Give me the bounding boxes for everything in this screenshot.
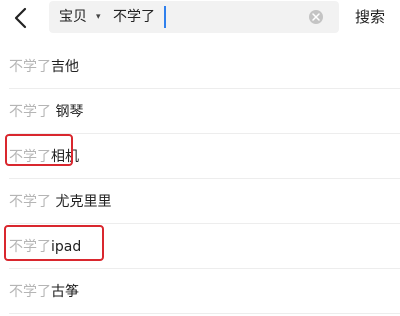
suggestion-item[interactable]: 不学了 钢琴 — [0, 89, 400, 134]
search-button[interactable]: 搜索 — [355, 8, 385, 26]
clear-circle-icon — [312, 13, 320, 21]
search-header: 宝贝 ▾ 不学了 搜索 — [0, 0, 400, 38]
divider — [9, 313, 400, 314]
suggestion-term: 相机 — [51, 149, 79, 165]
suggestion-text: 不学了ipad — [9, 238, 81, 256]
text-cursor — [164, 6, 166, 28]
suggestion-prefix: 不学了 — [9, 239, 51, 255]
suggestion-term: 钢琴 — [51, 104, 84, 120]
search-scope-selector[interactable]: 宝贝 — [59, 8, 87, 26]
suggestion-item[interactable]: 不学了古筝 — [0, 269, 400, 314]
back-button[interactable] — [6, 4, 34, 32]
suggestion-text: 不学了 钢琴 — [9, 103, 83, 121]
suggestion-text: 不学了 尤克里里 — [9, 193, 111, 211]
suggestion-item[interactable]: 不学了相机 — [0, 134, 400, 179]
chevron-left-icon — [14, 7, 27, 29]
suggestion-prefix: 不学了 — [9, 59, 51, 75]
suggestion-prefix: 不学了 — [9, 104, 51, 120]
suggestion-item[interactable]: 不学了吉他 — [0, 44, 400, 89]
suggestion-item[interactable]: 不学了 尤克里里 — [0, 179, 400, 224]
scope-dropdown-icon: ▾ — [96, 12, 101, 22]
suggestion-term: 尤克里里 — [51, 194, 112, 210]
suggestion-term: 吉他 — [51, 59, 79, 75]
suggestion-prefix: 不学了 — [9, 194, 51, 210]
suggestion-text: 不学了相机 — [9, 148, 79, 166]
suggestion-item[interactable]: 不学了ipad — [0, 224, 400, 269]
suggestion-prefix: 不学了 — [9, 284, 51, 300]
suggestion-list: 不学了吉他 不学了 钢琴 不学了相机 不学了 尤克里里 不学了ipad 不学了古… — [0, 44, 400, 314]
suggestion-term: 古筝 — [51, 284, 79, 300]
suggestion-text: 不学了吉他 — [9, 58, 79, 76]
suggestion-prefix: 不学了 — [9, 149, 51, 165]
search-input[interactable]: 宝贝 ▾ 不学了 — [49, 1, 339, 33]
suggestion-term: ipad — [51, 239, 82, 255]
clear-button[interactable] — [309, 10, 323, 24]
search-query-text[interactable]: 不学了 — [113, 8, 155, 26]
search-suggestion-screen: 宝贝 ▾ 不学了 搜索 不学了吉他 不学了 钢琴 不学了相机 不学了 尤克里里 … — [0, 0, 400, 316]
suggestion-text: 不学了古筝 — [9, 283, 79, 301]
